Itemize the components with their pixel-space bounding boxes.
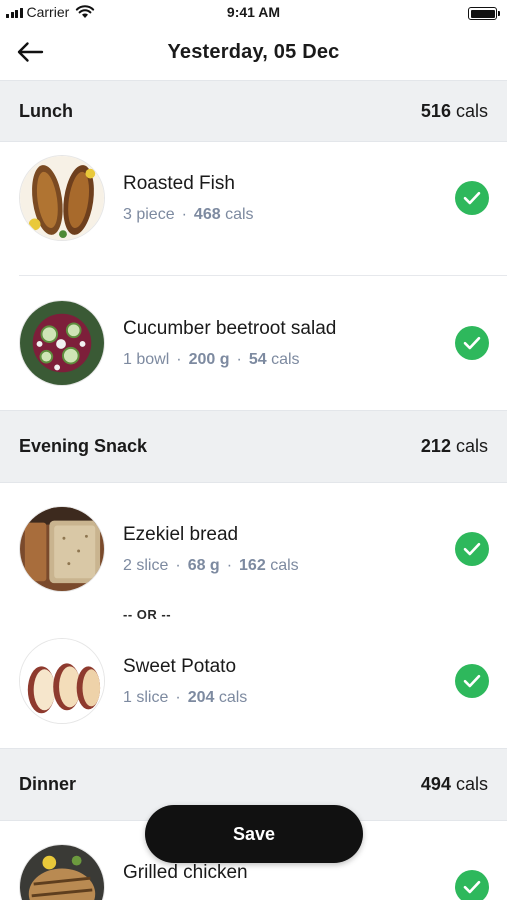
food-item-cucumber-beetroot-salad[interactable]: Cucumber beetroot salad 1 bowl · 200 g · 54 … xyxy=(0,288,507,398)
section-header-evening-snack: Evening Snack 212 cals xyxy=(0,410,507,483)
or-separator: -- OR -- xyxy=(123,607,172,622)
food-image-ezekiel-bread xyxy=(19,506,105,592)
food-quantity: 3 piece xyxy=(123,206,175,223)
check-circle-icon[interactable] xyxy=(455,532,489,566)
food-quantity: 1 slice xyxy=(123,689,169,706)
section-calories-unit: cals xyxy=(455,774,488,794)
food-name: Ezekiel bread xyxy=(123,524,239,545)
section-calories: 516 cals xyxy=(421,101,488,122)
food-calories-value: 162 xyxy=(239,557,266,574)
section-calories-unit: cals xyxy=(455,436,488,456)
food-meta: 1 slice · 204 cals xyxy=(123,689,247,707)
check-circle-icon[interactable] xyxy=(455,664,489,698)
food-name: Sweet Potato xyxy=(123,656,237,677)
check-circle-icon[interactable] xyxy=(455,870,489,900)
section-calories-value: 516 xyxy=(420,100,451,121)
food-image-cucumber-beetroot-salad xyxy=(19,300,105,386)
section-title: Lunch xyxy=(19,100,73,121)
food-calories-value: 468 xyxy=(193,206,221,223)
save-button[interactable]: Save xyxy=(145,805,363,863)
section-title: Evening Snack xyxy=(19,436,148,456)
food-calories-unit: cals xyxy=(270,557,299,574)
divider xyxy=(19,275,507,276)
section-title: Dinner xyxy=(19,774,77,794)
section-calories: 494 cals xyxy=(421,774,488,795)
food-calories-unit: cals xyxy=(225,206,254,223)
food-meta: 2 slice · 68 g · 162 cals xyxy=(123,557,299,575)
food-image-sweet-potato xyxy=(19,638,105,724)
food-weight: 200 g xyxy=(188,351,230,368)
section-calories-unit: cals xyxy=(455,100,488,121)
check-circle-icon[interactable] xyxy=(455,181,489,215)
status-bar: Carrier 9:41 AM xyxy=(0,0,507,26)
separator-dot: · xyxy=(226,557,233,574)
separator-dot: · xyxy=(181,206,187,223)
food-calories-unit: cals xyxy=(271,351,300,368)
food-name: Grilled chicken xyxy=(123,862,248,883)
separator-dot: · xyxy=(175,557,181,574)
food-image-roasted-fish xyxy=(19,155,105,241)
food-item-roasted-fish[interactable]: Roasted Fish 3 piece · 468 cals xyxy=(0,143,507,253)
food-calories-value: 204 xyxy=(187,689,215,706)
section-calories: 212 cals xyxy=(421,436,488,457)
food-item-ezekiel-bread[interactable]: Ezekiel bread 2 slice · 68 g · 162 cals xyxy=(0,494,507,604)
food-quantity: 1 bowl xyxy=(123,351,170,368)
food-quantity: 2 slice xyxy=(123,557,169,574)
nav-bar: Yesterday, 05 Dec xyxy=(0,26,507,80)
food-item-sweet-potato[interactable]: Sweet Potato 1 slice · 204 cals xyxy=(0,626,507,736)
page-title: Yesterday, 05 Dec xyxy=(167,41,340,63)
battery-icon xyxy=(468,7,500,20)
food-weight: 68 g xyxy=(187,557,220,574)
section-calories-value: 494 xyxy=(420,774,451,794)
food-calories-unit: cals xyxy=(218,689,248,706)
food-meta: 1 bowl · 200 g · 54 cals xyxy=(123,351,300,369)
check-circle-icon[interactable] xyxy=(455,326,489,360)
section-calories-value: 212 xyxy=(420,436,451,456)
food-image-grilled-chicken xyxy=(19,844,105,900)
food-meta: 3 piece · 468 cals xyxy=(123,206,254,224)
food-name: Cucumber beetroot salad xyxy=(123,318,337,339)
section-header-lunch: Lunch 516 cals xyxy=(0,80,507,142)
separator-dot: · xyxy=(175,689,181,706)
status-time: 9:41 AM xyxy=(226,4,281,20)
food-name: Roasted Fish xyxy=(123,173,235,194)
separator-dot: · xyxy=(236,351,242,368)
separator-dot: · xyxy=(176,351,182,368)
food-calories-value: 54 xyxy=(248,351,267,368)
